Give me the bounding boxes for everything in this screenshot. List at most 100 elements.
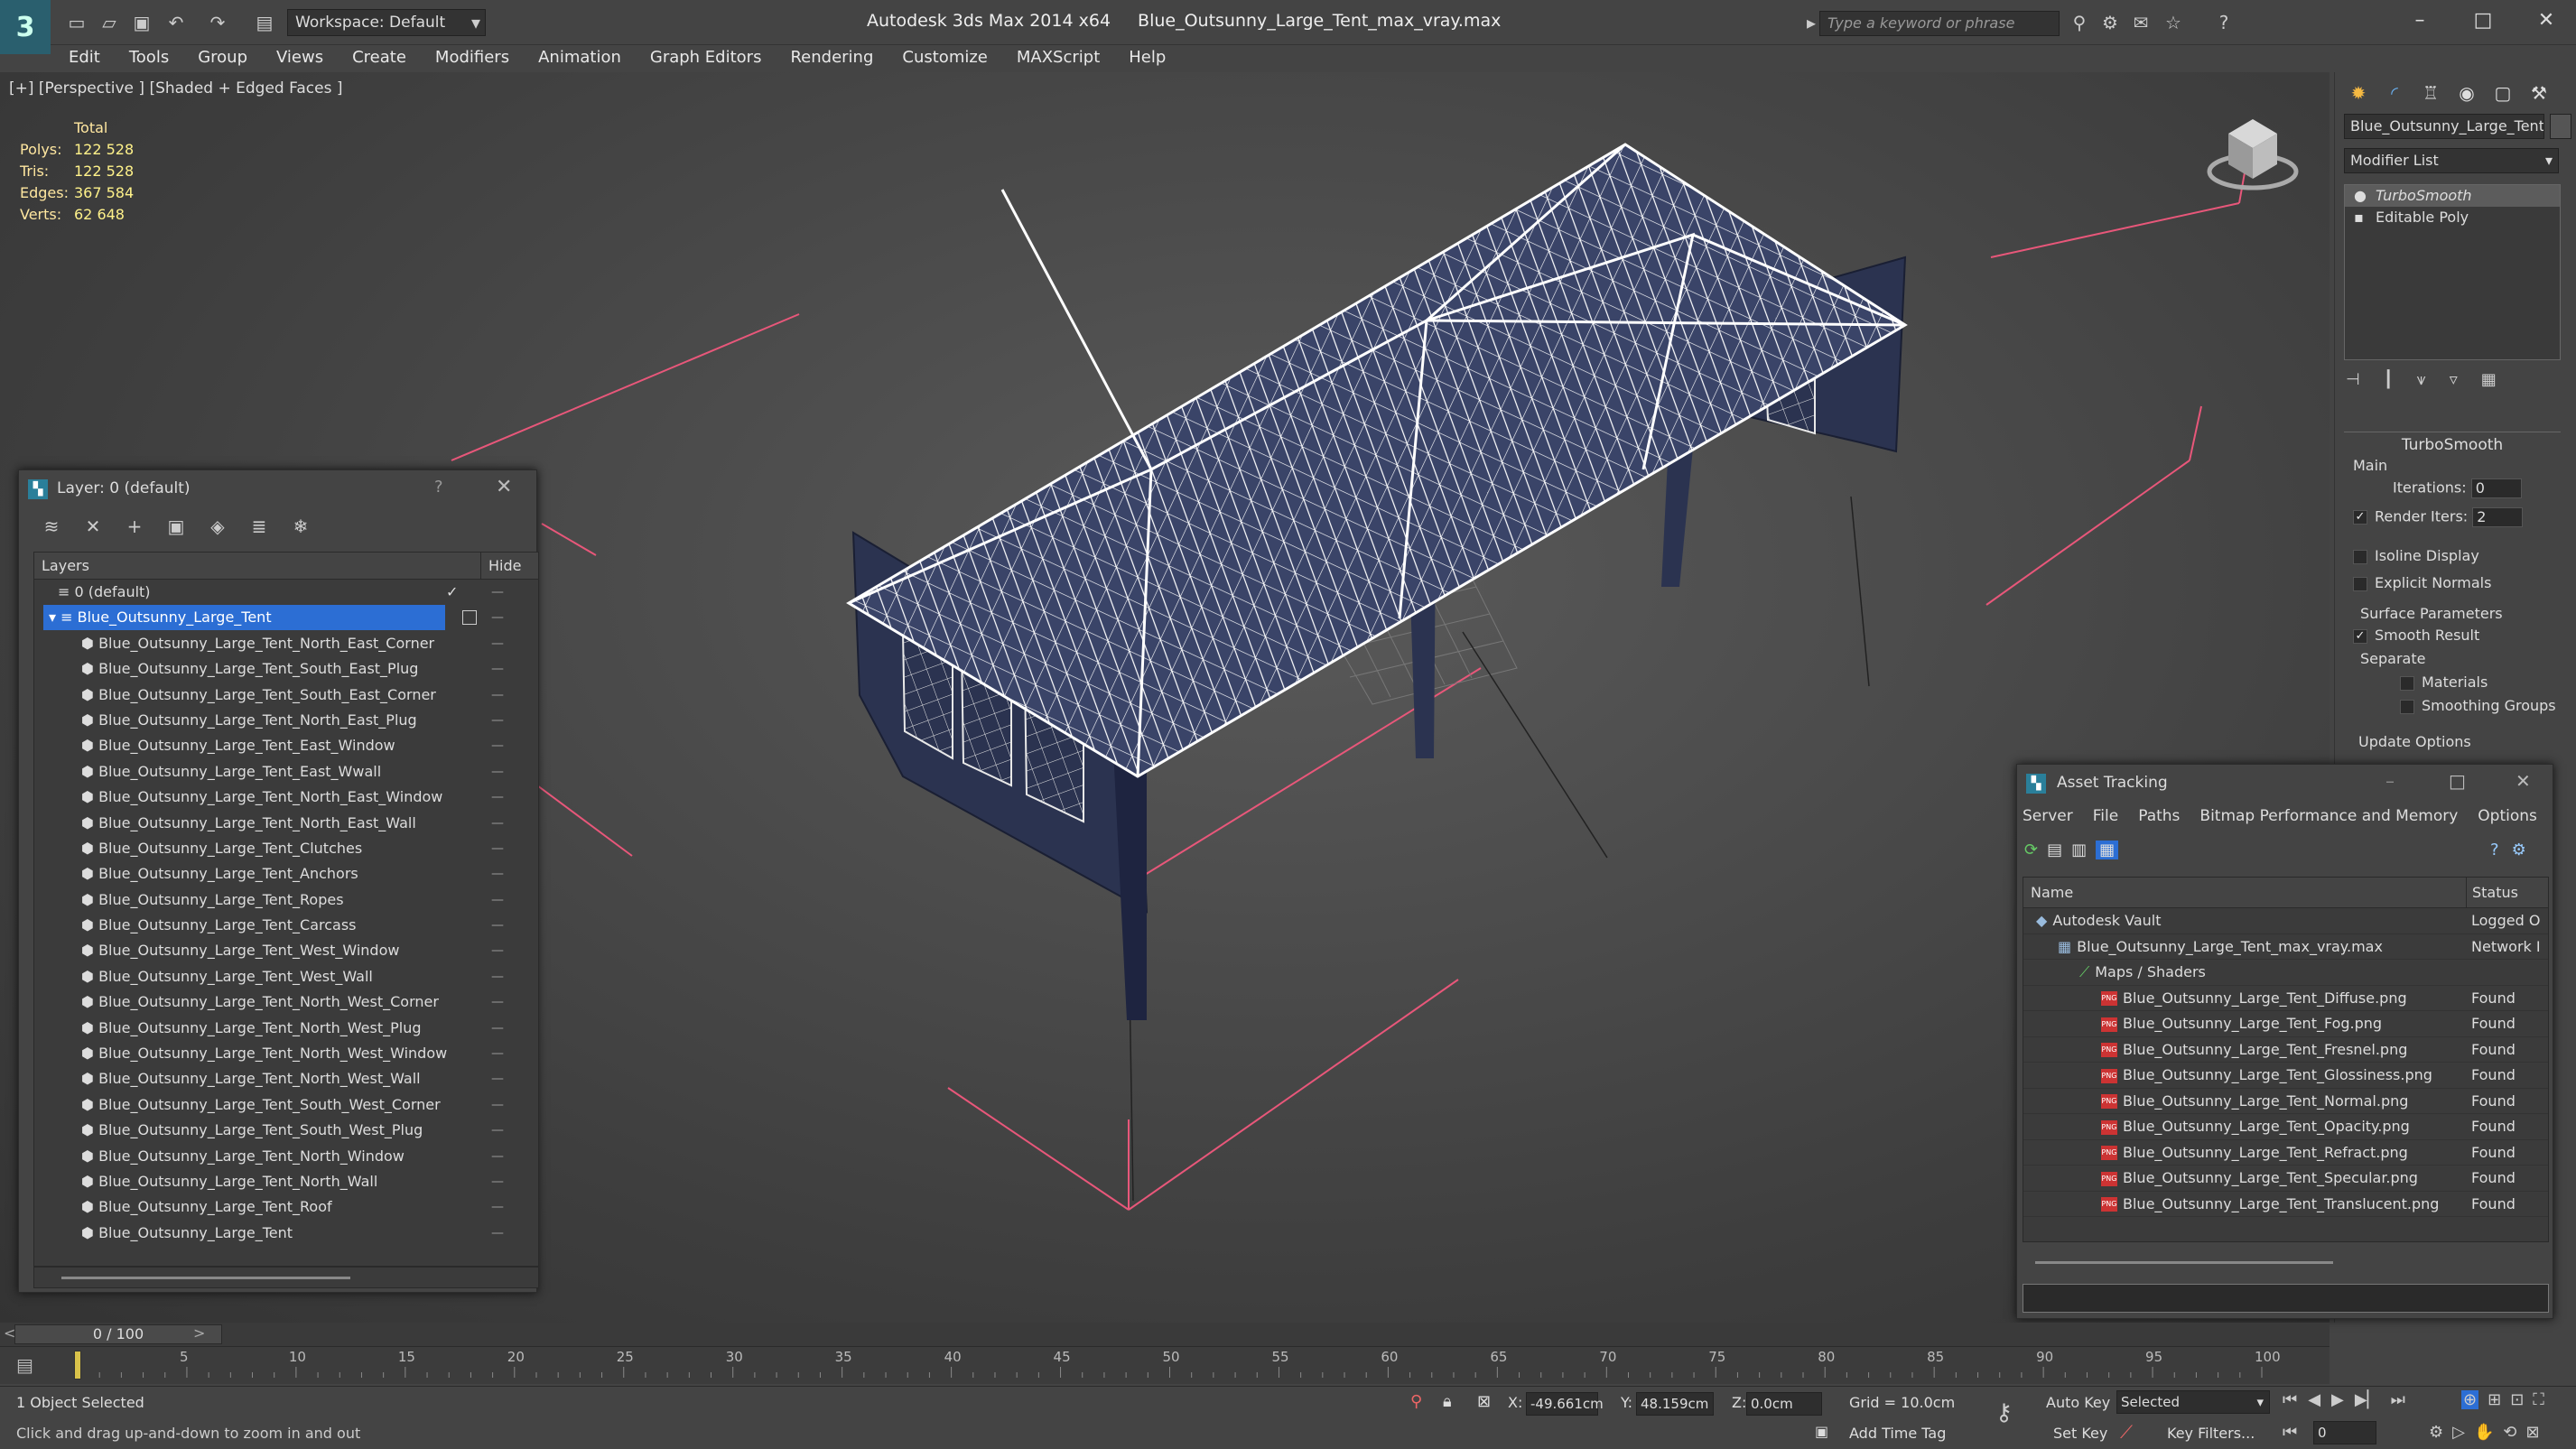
thumbnail-view-icon[interactable]: ▥ [2071,841,2087,859]
table-view-icon[interactable]: ▦ [2096,841,2119,859]
hide-toggle[interactable]: — [491,913,504,938]
hierarchy-tab-icon[interactable]: ♖ [2413,78,2449,108]
hide-toggle[interactable]: — [491,1169,504,1194]
hide-toggle[interactable]: — [491,785,504,810]
menu-help[interactable]: Help [1114,45,1180,72]
asset-row[interactable]: ▦ Blue_Outsunny_Large_Tent_max_vray.max Ne… [2023,934,2548,960]
layer-object-row[interactable]: ⬢ Blue_Outsunny_Large_Tent_East_Window — [34,733,538,758]
hide-toggle[interactable]: — [491,1221,504,1246]
configure-sets-icon[interactable]: ▦ [2481,370,2497,389]
save-icon[interactable]: ▣ [130,11,153,34]
hide-toggle[interactable]: — [491,1144,504,1169]
layer-object-row[interactable]: ⬢ Blue_Outsunny_Large_Tent_North_West_Pl… [34,1016,538,1041]
isoline-display-checkbox[interactable] [2353,549,2367,564]
column-layers[interactable]: Layers [42,553,89,580]
asset-path-field[interactable] [2023,1284,2549,1313]
layer-object-row[interactable]: ⬢ Blue_Outsunny_Large_Tent_South_East_Co… [34,683,538,708]
light-bulb-icon[interactable]: ● [2354,185,2367,207]
render-iters-checkbox[interactable]: ✓ [2353,510,2367,525]
menu-tools[interactable]: Tools [115,45,183,72]
help-icon[interactable]: ? [2212,11,2236,34]
column-hide[interactable]: Hide [480,553,521,580]
close-icon[interactable]: ✕ [2524,5,2569,36]
modify-tab-icon[interactable]: ◜ [2376,78,2413,108]
pan-icon[interactable]: ✋ [2474,1423,2494,1442]
asset-row[interactable]: PNG Blue_Outsunny_Large_Tent_Refract.png F… [2023,1140,2548,1166]
render-iters-spinner[interactable]: 2 [2472,507,2524,527]
layer-object-row[interactable]: ⬢ Blue_Outsunny_Large_Tent_North_East_Wa… [34,811,538,836]
selection-set-dropdown[interactable]: Selected ▾ [2116,1390,2270,1414]
layer-object-row[interactable]: ⬢ Blue_Outsunny_Large_Tent_North_West_Co… [34,989,538,1015]
show-end-result-icon[interactable]: ┃ [2384,370,2394,389]
stack-item-editable-poly[interactable]: ▪ Editable Poly [2345,207,2560,228]
menu-modifiers[interactable]: Modifiers [421,45,524,72]
project-folder-icon[interactable]: ▤ [253,11,276,34]
minimize-icon[interactable]: – [2397,5,2442,36]
field-of-view-icon[interactable]: ▷ [2452,1423,2465,1442]
active-layer-check-icon[interactable]: ✓ [446,580,458,605]
hide-toggle[interactable]: — [491,683,504,708]
previous-key-icon[interactable]: ◀ [2308,1390,2320,1409]
next-key-icon[interactable]: ▶▏ [2355,1390,2380,1409]
select-objects-icon[interactable]: ▣ [162,512,191,541]
isolate-icon[interactable]: ⚲ [1410,1392,1422,1411]
expand-icon[interactable]: ▪ [2354,207,2364,228]
go-to-start-icon[interactable]: ⏮ [2283,1390,2297,1409]
stack-item-turbosmooth[interactable]: ● TurboSmooth [2345,185,2560,207]
layer-object-row[interactable]: ⬢ Blue_Outsunny_Large_Tent_North_East_Co… [34,631,538,656]
hide-toggle[interactable]: — [491,605,504,630]
communication-icon[interactable]: ✉ [2129,11,2153,34]
hide-toggle[interactable]: — [491,708,504,733]
menu-maxscript[interactable]: MAXScript [1002,45,1114,72]
absolute-mode-icon[interactable]: ⊠ [1477,1392,1491,1411]
hide-toggle[interactable]: — [491,759,504,785]
layer-object-row[interactable]: ⬢ Blue_Outsunny_Large_Tent_South_West_Pl… [34,1118,538,1143]
menu-create[interactable]: Create [338,45,421,72]
hide-toggle[interactable]: — [491,1118,504,1143]
hide-all-icon[interactable]: ≣ [245,512,274,541]
display-tab-icon[interactable]: ▢ [2485,78,2521,108]
list-view-icon[interactable]: ▤ [2047,841,2062,859]
go-to-end-icon[interactable]: ⏭ [2391,1390,2405,1409]
hide-toggle[interactable]: — [491,656,504,682]
layer-object-row[interactable]: ⬢ Blue_Outsunny_Large_Tent_West_Window — [34,938,538,963]
binoculars-icon[interactable]: ⚲ [2068,11,2091,34]
maximize-icon[interactable]: □ [2449,770,2466,792]
asset-menu-bitmap[interactable]: Bitmap Performance and Memory [2199,803,2458,830]
asset-row[interactable]: ◆ Autodesk Vault Logged O [2023,908,2548,934]
object-color-swatch[interactable] [2550,114,2571,139]
menu-graph-editors[interactable]: Graph Editors [636,45,777,72]
orbit-icon[interactable]: ⟲ [2503,1423,2516,1442]
workspace-dropdown[interactable]: Workspace: Default [287,9,486,36]
asset-dialog-title[interactable]: Asset Tracking [2017,765,2554,801]
z-coordinate-field[interactable]: 0.0cm [1746,1392,1822,1416]
make-unique-icon[interactable]: ⩛ [2417,370,2426,389]
asset-row[interactable]: PNG Blue_Outsunny_Large_Tent_Translucent.… [2023,1192,2548,1217]
layer-object-row[interactable]: ⬢ Blue_Outsunny_Large_Tent_Anchors — [34,861,538,887]
refresh-icon[interactable]: ⟳ [2024,841,2038,859]
open-file-icon[interactable]: ▱ [98,11,121,34]
settings-icon[interactable]: ⚙ [2512,841,2526,859]
layer-object-row[interactable]: ⬢ Blue_Outsunny_Large_Tent — [34,1221,538,1246]
hide-toggle[interactable]: — [491,938,504,963]
layer-row-default[interactable]: ≡ 0 (default) ✓ — [34,580,538,605]
x-coordinate-field[interactable]: -49.661cm [1526,1392,1604,1416]
asset-row[interactable]: PNG Blue_Outsunny_Large_Tent_Specular.png… [2023,1166,2548,1192]
hide-toggle[interactable]: — [491,1066,504,1091]
hide-toggle[interactable]: — [491,631,504,656]
motion-tab-icon[interactable]: ◉ [2449,78,2485,108]
delete-layer-icon[interactable]: ✕ [79,512,107,541]
hide-toggle[interactable]: — [491,887,504,913]
asset-row[interactable]: PNG Blue_Outsunny_Large_Tent_Normal.png Fo… [2023,1089,2548,1114]
column-name[interactable]: Name [2031,878,2073,908]
key-icon[interactable]: ⚷ [1995,1399,2013,1426]
object-name-field[interactable]: Blue_Outsunny_Large_Tent_ [2344,114,2544,139]
utilities-tab-icon[interactable]: ⚒ [2521,78,2557,108]
turbosmooth-rollout-header[interactable]: TurboSmooth [2344,432,2561,457]
key-mode-icon[interactable]: ⏮ [2283,1423,2297,1442]
asset-row[interactable]: PNG Blue_Outsunny_Large_Tent_Fog.png Found [2023,1011,2548,1037]
set-key-button[interactable]: Set Key [2053,1425,2107,1442]
layer-object-row[interactable]: ⬢ Blue_Outsunny_Large_Tent_North_West_Wi… [34,1041,538,1066]
freeze-all-icon[interactable]: ❄ [286,512,315,541]
layer-object-row[interactable]: ⬢ Blue_Outsunny_Large_Tent_Ropes — [34,887,538,913]
